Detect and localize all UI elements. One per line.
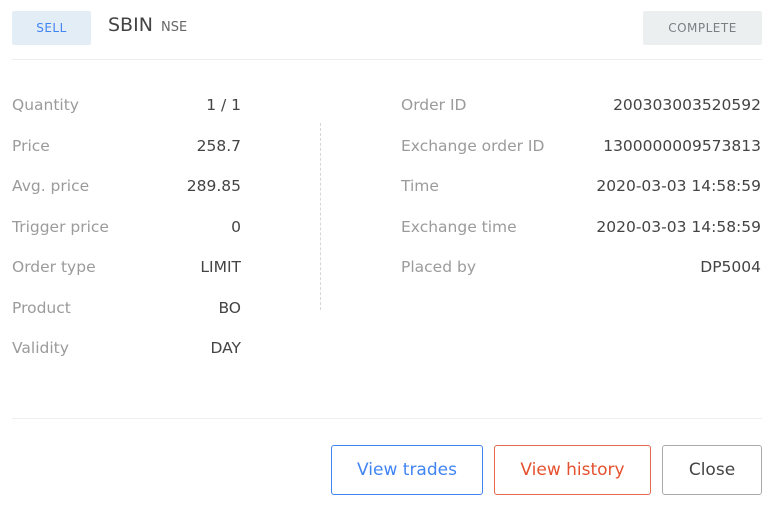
- detail-row-placed-by: Placed by DP5004: [401, 247, 761, 288]
- order-details-right: Order ID 200303003520592 Exchange order …: [401, 85, 761, 288]
- detail-value: DP5004: [700, 258, 761, 277]
- instrument-title: SBIN NSE: [108, 14, 187, 36]
- view-trades-button[interactable]: View trades: [331, 445, 483, 495]
- detail-label: Time: [401, 177, 439, 196]
- detail-label: Avg. price: [12, 177, 90, 196]
- detail-row-trigger-price: Trigger price 0: [12, 207, 241, 248]
- detail-value: 1 / 1: [206, 96, 241, 115]
- detail-value: BO: [218, 298, 241, 317]
- exchange-name: NSE: [160, 20, 188, 35]
- detail-value: 200303003520592: [613, 96, 761, 115]
- detail-value: 0: [231, 217, 241, 236]
- detail-label: Order type: [12, 258, 96, 277]
- detail-value: 258.7: [196, 136, 241, 155]
- detail-label: Quantity: [12, 96, 79, 115]
- column-separator: [320, 123, 321, 310]
- detail-row-order-type: Order type LIMIT: [12, 247, 241, 288]
- detail-label: Placed by: [401, 258, 476, 277]
- detail-label: Exchange order ID: [401, 136, 545, 155]
- status-badge: COMPLETE: [643, 11, 762, 45]
- detail-label: Trigger price: [12, 217, 109, 236]
- detail-row-time: Time 2020-03-03 14:58:59: [401, 166, 761, 207]
- detail-value: LIMIT: [200, 258, 241, 277]
- order-header: SELL SBIN NSE COMPLETE: [12, 11, 762, 46]
- detail-label: Validity: [12, 339, 69, 358]
- detail-label: Order ID: [401, 96, 467, 115]
- detail-value: 2020-03-03 14:58:59: [596, 217, 761, 236]
- footer-divider: [12, 418, 762, 419]
- detail-row-order-id: Order ID 200303003520592: [401, 85, 761, 126]
- sell-badge: SELL: [12, 11, 91, 45]
- detail-row-product: Product BO: [12, 288, 241, 329]
- detail-label: Product: [12, 298, 71, 317]
- close-button[interactable]: Close: [662, 445, 762, 495]
- detail-row-exchange-order-id: Exchange order ID 1300000009573813: [401, 126, 761, 167]
- detail-value: 1300000009573813: [603, 136, 761, 155]
- detail-row-price: Price 258.7: [12, 126, 241, 167]
- detail-value: DAY: [210, 339, 241, 358]
- order-details-left: Quantity 1 / 1 Price 258.7 Avg. price 28…: [12, 85, 241, 369]
- detail-row-quantity: Quantity 1 / 1: [12, 85, 241, 126]
- view-history-button[interactable]: View history: [494, 445, 651, 495]
- detail-label: Exchange time: [401, 217, 517, 236]
- symbol-name: SBIN: [108, 14, 153, 36]
- detail-value: 2020-03-03 14:58:59: [596, 177, 761, 196]
- detail-row-exchange-time: Exchange time 2020-03-03 14:58:59: [401, 207, 761, 248]
- detail-value: 289.85: [186, 177, 241, 196]
- detail-label: Price: [12, 136, 50, 155]
- header-divider: [12, 59, 762, 60]
- detail-row-validity: Validity DAY: [12, 328, 241, 369]
- detail-row-avg-price: Avg. price 289.85: [12, 166, 241, 207]
